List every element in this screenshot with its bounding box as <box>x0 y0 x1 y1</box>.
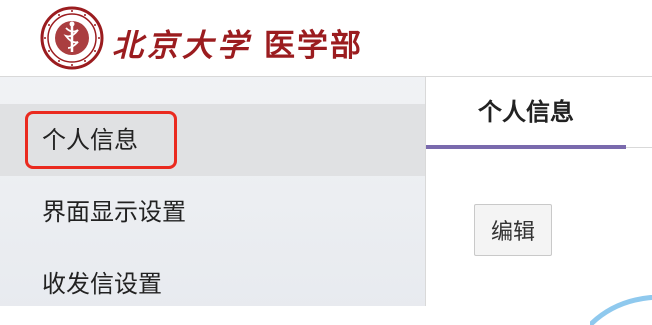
highlight-box <box>25 111 177 169</box>
sidebar-item-label: 界面显示设置 <box>42 198 186 226</box>
logo-title: 北京大学 医学部 <box>112 20 363 65</box>
decorative-arc <box>590 295 652 325</box>
sidebar-item-display-settings[interactable]: 界面显示设置 <box>0 176 425 248</box>
header: 北京大学 医学部 <box>0 0 652 77</box>
logo-department: 医学部 <box>264 28 363 64</box>
university-seal-icon <box>40 6 104 70</box>
tab-bar-line <box>626 147 652 148</box>
sidebar-item-mail-settings[interactable]: 收发信设置 <box>0 248 425 320</box>
edit-button[interactable]: 编辑 <box>474 204 552 256</box>
logo-university-name: 北京大学 <box>112 28 252 64</box>
tab-personal-info[interactable]: 个人信息 <box>426 77 626 148</box>
main-content: 个人信息 编辑 <box>426 77 652 306</box>
sidebar-item-label: 收发信设置 <box>42 270 162 298</box>
tab-active-indicator <box>426 145 626 149</box>
